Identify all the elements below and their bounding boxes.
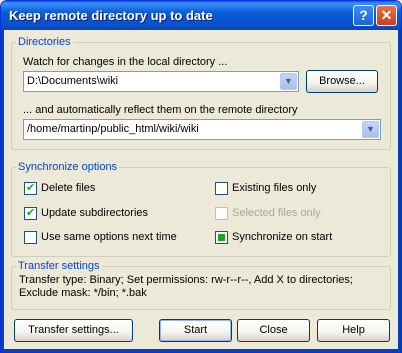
synchronize-on-start-label[interactable]: Synchronize on start — [232, 231, 332, 243]
help-title-button[interactable]: ? — [353, 5, 374, 26]
chevron-down-icon[interactable]: ▼ — [362, 121, 379, 138]
use-same-options-label[interactable]: Use same options next time — [41, 231, 177, 243]
remote-directory-value: /home/martinp/public_html/wiki/wiki — [27, 123, 199, 135]
close-icon: ✕ — [380, 7, 393, 23]
remote-directory-combo[interactable]: /home/martinp/public_html/wiki/wiki ▼ — [23, 119, 381, 140]
transfer-settings-summary: Transfer type: Binary; Set permissions: … — [19, 274, 353, 299]
close-title-button[interactable]: ✕ — [376, 5, 397, 26]
transfer-settings-button[interactable]: Transfer settings... — [14, 319, 133, 342]
window-title: Keep remote directory up to date — [9, 8, 213, 23]
update-subdirectories-label[interactable]: Update subdirectories — [41, 207, 148, 219]
synchronize-on-start-checkbox[interactable] — [215, 231, 228, 244]
selected-files-only-label: Selected files only — [232, 207, 321, 219]
local-directory-combo[interactable]: D:\Documents\wiki ▼ — [23, 71, 299, 92]
use-same-options-checkbox[interactable] — [24, 231, 37, 244]
title-bar[interactable]: Keep remote directory up to date ? ✕ — [1, 1, 401, 30]
transfer-settings-legend: Transfer settings — [18, 260, 100, 272]
delete-files-checkbox[interactable] — [24, 181, 37, 195]
local-directory-label: Watch for changes in the local directory… — [23, 56, 228, 68]
sync-options-legend: Synchronize options — [18, 161, 118, 173]
local-directory-value: D:\Documents\wiki — [27, 75, 119, 87]
help-button[interactable]: Help — [317, 319, 390, 342]
start-button[interactable]: Start — [159, 319, 232, 342]
remote-directory-label: ... and automatically reflect them on th… — [23, 104, 298, 116]
update-subdirectories-checkbox[interactable] — [24, 206, 37, 220]
directories-legend: Directories — [18, 36, 71, 48]
existing-files-only-label[interactable]: Existing files only — [232, 182, 316, 194]
browse-button[interactable]: Browse... — [306, 70, 378, 93]
delete-files-label[interactable]: Delete files — [41, 182, 95, 194]
dialog-window: Keep remote directory up to date ? ✕ Dir… — [0, 0, 402, 353]
chevron-down-icon[interactable]: ▼ — [280, 73, 297, 90]
close-button[interactable]: Close — [237, 319, 310, 342]
question-icon: ? — [359, 7, 368, 23]
selected-files-only-checkbox — [215, 207, 228, 220]
existing-files-only-checkbox[interactable] — [215, 182, 228, 195]
